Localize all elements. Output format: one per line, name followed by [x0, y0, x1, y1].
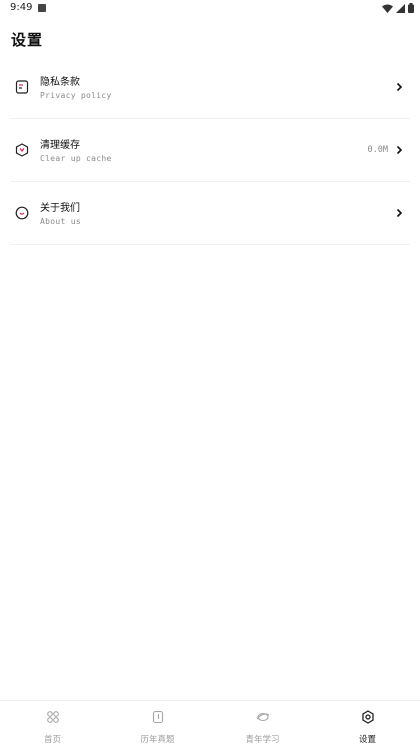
status-icons: [382, 3, 414, 13]
settings-item-title: 清理缓存: [40, 140, 80, 151]
cache-size-value: 0.0M: [367, 145, 388, 155]
tab-label: 历年真题: [140, 735, 175, 745]
settings-item-about[interactable]: 关于我们 About us: [10, 182, 410, 245]
signal-icon: [396, 3, 405, 13]
tab-label: 首页: [43, 735, 61, 745]
settings-item-subtitle: Clear up cache: [40, 154, 112, 163]
settings-item-subtitle: Privacy policy: [40, 91, 112, 100]
settings-item-title: 隐私条款: [40, 77, 80, 88]
settings-list: 隐私条款 Privacy policy 清理缓存 Clear up cache …: [10, 56, 410, 245]
status-time: 9:49: [10, 2, 33, 13]
bottom-tab-bar: 首页 历年真题 青年学习 设置: [0, 700, 420, 748]
settings-item-privacy[interactable]: 隐私条款 Privacy policy: [10, 56, 410, 119]
eye-icon: [256, 712, 269, 722]
chevron-right-icon: [396, 82, 403, 92]
tab-label: 青年学习: [245, 735, 280, 745]
tab-past-exams[interactable]: 历年真题: [105, 701, 210, 748]
tab-label: 设置: [358, 735, 376, 745]
grid-icon: [46, 711, 59, 723]
smile-circle-icon: [15, 206, 29, 220]
hexagon-clean-icon: [15, 143, 29, 157]
status-bar: 9:49: [0, 0, 420, 18]
book-icon: [152, 710, 163, 724]
document-icon: [15, 80, 29, 94]
chevron-right-icon: [396, 145, 403, 155]
wifi-icon: [382, 4, 393, 13]
battery-icon: [408, 3, 414, 13]
chevron-right-icon: [396, 208, 403, 218]
settings-item-subtitle: About us: [40, 217, 81, 226]
gear-icon: [361, 710, 374, 724]
notification-icon: [38, 4, 46, 12]
settings-item-title: 关于我们: [40, 203, 80, 214]
settings-item-clear-cache[interactable]: 清理缓存 Clear up cache 0.0M: [10, 119, 410, 182]
tab-home[interactable]: 首页: [0, 701, 105, 748]
page-title: 设置: [11, 31, 44, 49]
tab-youth-study[interactable]: 青年学习: [210, 701, 315, 748]
tab-settings[interactable]: 设置: [315, 701, 420, 748]
